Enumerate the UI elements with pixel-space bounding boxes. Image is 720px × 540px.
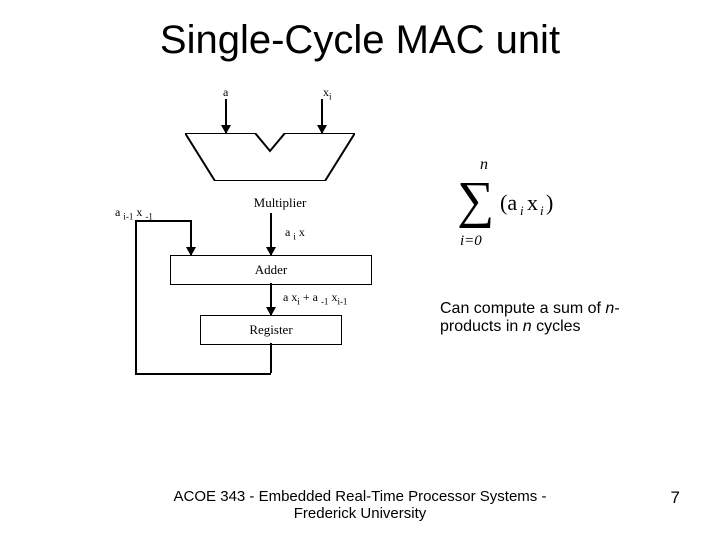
line-register-out	[270, 343, 272, 373]
sigma-body: (a	[500, 190, 517, 215]
caption-text: Can compute a sum of n-products in n cyc…	[440, 300, 670, 336]
sigma-body-close: )	[546, 190, 553, 215]
feedback-h-bottom	[135, 373, 271, 375]
sigma-icon: n ∑ i=0 (a i x i )	[452, 155, 602, 250]
register-block: Register	[200, 315, 342, 345]
sigma-symbol: ∑	[457, 172, 494, 229]
feedback-v-left	[135, 220, 137, 374]
input-x-sub: i	[329, 91, 332, 101]
sigma-lower: i=0	[460, 233, 482, 249]
multiplier-block	[185, 133, 355, 181]
adder-output-label: a xi + a -1 xi-1	[283, 290, 347, 306]
feedback-h-top	[135, 220, 190, 222]
summation-formula: n ∑ i=0 (a i x i )	[452, 155, 612, 255]
adder-block: Adder	[170, 255, 372, 285]
slide-title: Single-Cycle MAC unit	[0, 18, 720, 63]
caption-n1: n	[605, 300, 614, 317]
sigma-body-sub1: i	[520, 203, 524, 218]
mult-output-label: a i x	[285, 225, 305, 241]
footer-text: ACOE 343 - Embedded Real-Time Processor …	[0, 488, 720, 522]
footer-content: ACOE 343 - Embedded Real-Time Processor …	[160, 488, 560, 522]
arrow-adder-to-register	[270, 283, 272, 315]
arrow-a-to-mult	[225, 99, 227, 133]
caption-post: cycles	[532, 318, 581, 335]
sigma-body-sub2: i	[540, 203, 544, 218]
slide: Single-Cycle MAC unit a xi Multiplier a …	[0, 0, 720, 540]
sigma-upper: n	[480, 156, 488, 173]
sigma-body-x: x	[527, 190, 538, 215]
page-number: 7	[671, 488, 680, 508]
arrow-feedback-into-adder	[190, 220, 192, 255]
multiplier-label: Multiplier	[215, 193, 345, 213]
arrow-mult-to-adder	[270, 213, 272, 255]
multiplier-shape	[185, 133, 355, 181]
mac-diagram: a xi Multiplier a i x a i-1 x -1 Adder a…	[95, 85, 415, 405]
arrow-x-to-mult	[321, 99, 323, 133]
input-x-label: xi	[323, 85, 332, 101]
feedback-label: a i-1 x -1	[115, 205, 153, 221]
caption-pre: Can compute a sum of	[440, 300, 605, 317]
caption-n2: n	[523, 318, 532, 335]
input-a-label: a	[223, 85, 228, 100]
